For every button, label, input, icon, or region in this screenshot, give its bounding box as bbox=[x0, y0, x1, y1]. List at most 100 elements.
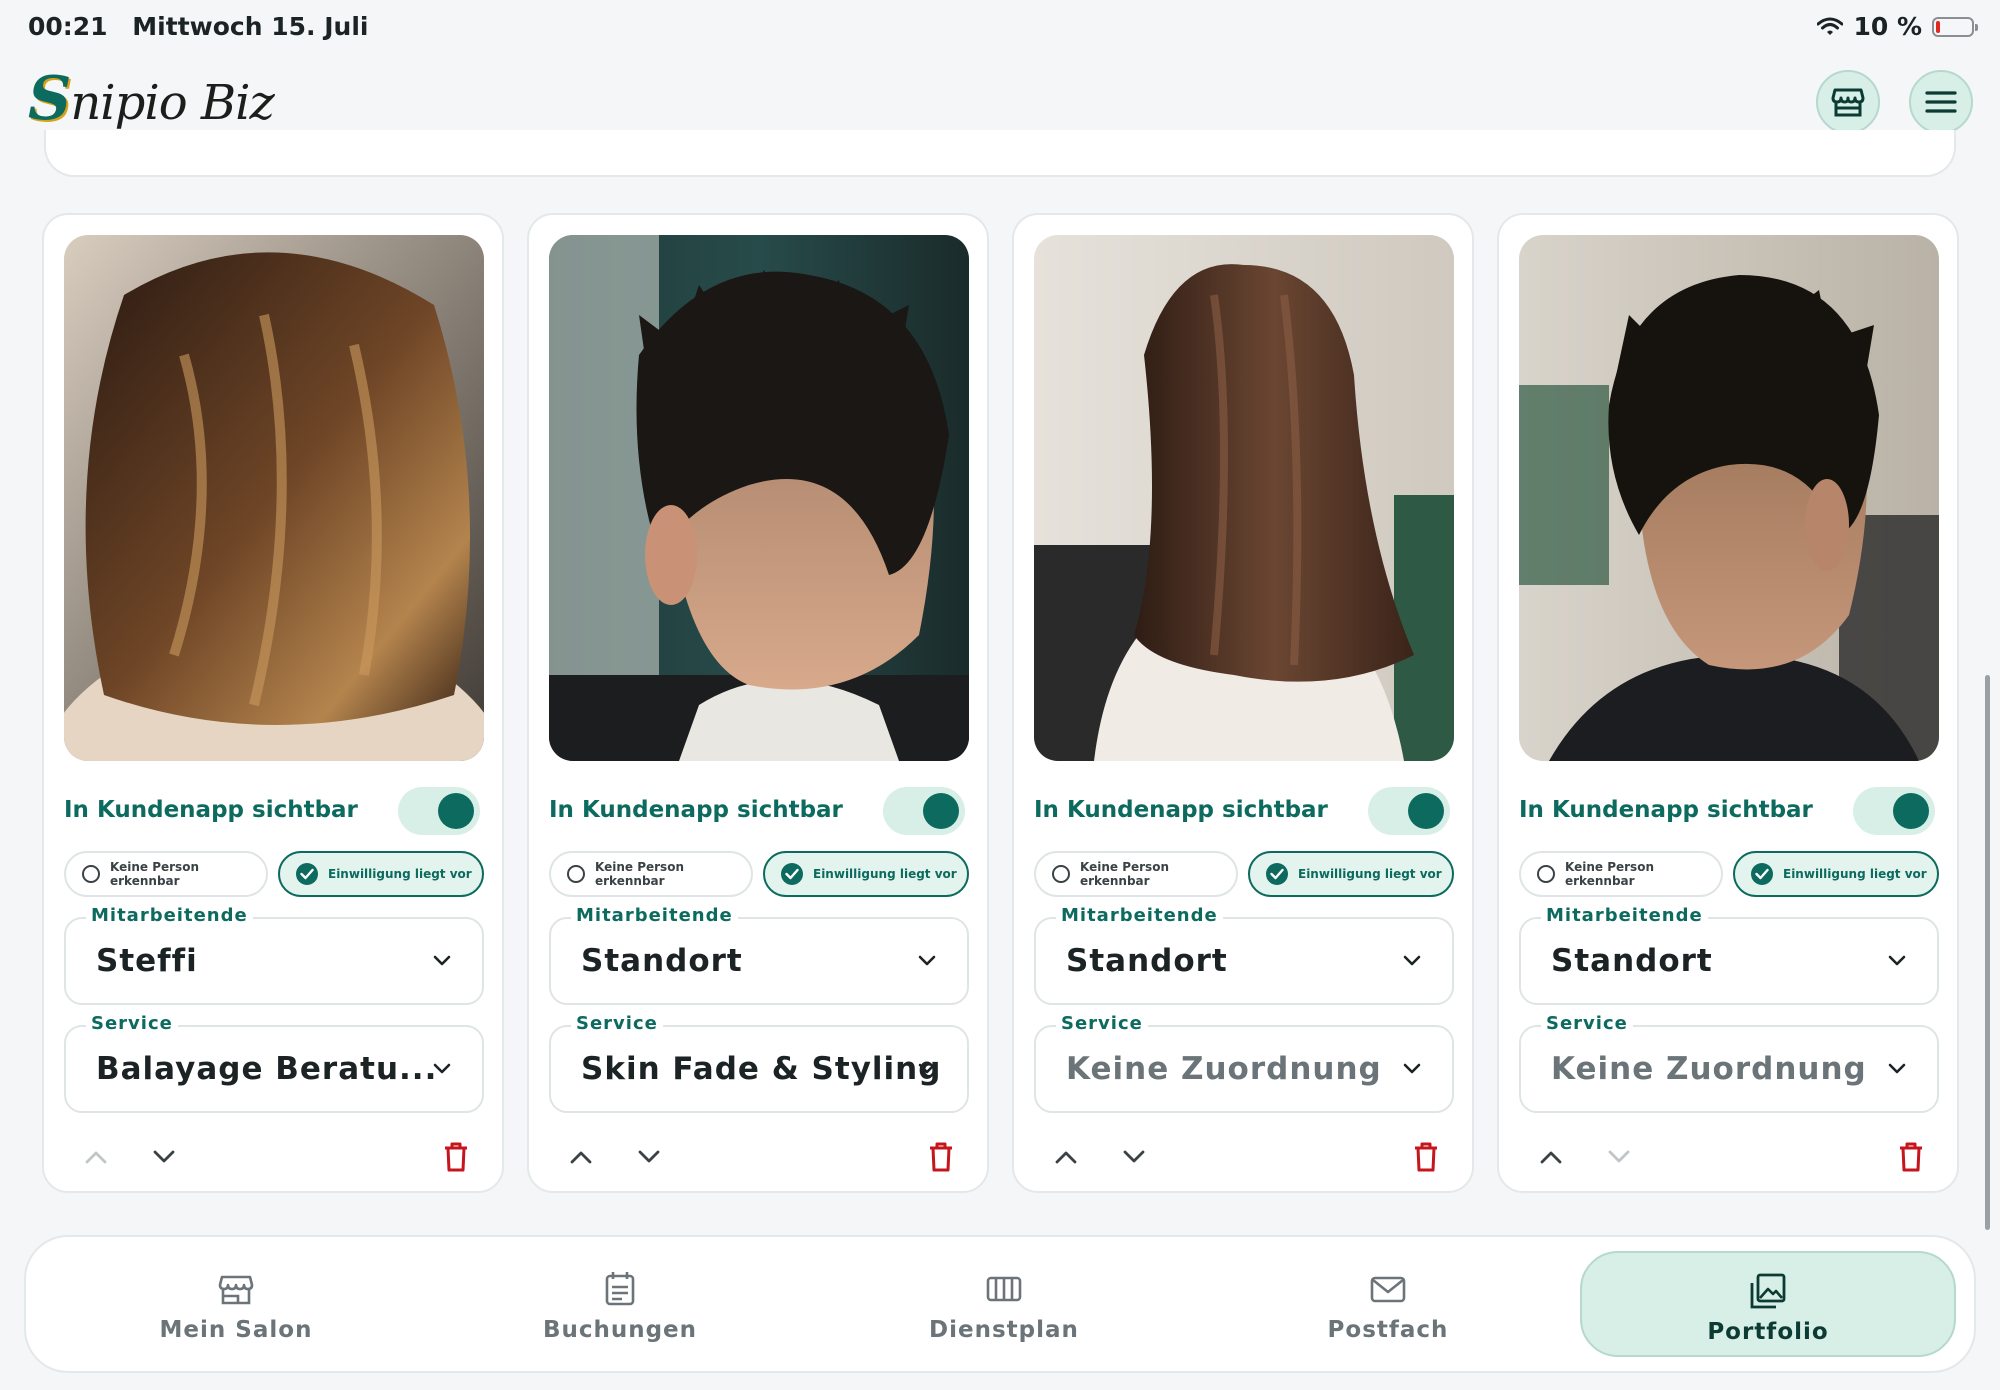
visibility-toggle[interactable] bbox=[1368, 787, 1450, 835]
move-up-button[interactable] bbox=[559, 1135, 603, 1179]
staff-value: Standort bbox=[1066, 943, 1228, 979]
chevron-down-icon bbox=[1403, 955, 1421, 966]
card-actions bbox=[1519, 1135, 1937, 1179]
store-button[interactable] bbox=[1816, 70, 1880, 134]
visibility-row: In Kundenapp sichtbar bbox=[1519, 785, 1939, 835]
chevron-up-icon bbox=[1540, 1151, 1562, 1164]
move-up-button[interactable] bbox=[74, 1135, 118, 1179]
visibility-label: In Kundenapp sichtbar bbox=[549, 797, 843, 823]
calendar-icon bbox=[605, 1272, 635, 1306]
portfolio-card: In Kundenapp sichtbar Keine Person erken… bbox=[42, 213, 504, 1193]
portfolio-card: In Kundenapp sichtbar Keine Person erken… bbox=[527, 213, 989, 1193]
chevron-down-icon bbox=[1123, 1150, 1145, 1163]
move-down-button[interactable] bbox=[1597, 1135, 1641, 1179]
delete-button[interactable] bbox=[919, 1135, 963, 1179]
consent-chip[interactable]: Einwilligung liegt vor bbox=[1733, 851, 1939, 897]
status-bar: 00:21 Mittwoch 15. Juli 10 % bbox=[28, 8, 1978, 48]
menu-button[interactable] bbox=[1909, 70, 1973, 134]
trash-icon bbox=[1415, 1142, 1437, 1172]
card-actions bbox=[1034, 1135, 1452, 1179]
service-value: Skin Fade & Styling bbox=[581, 1051, 942, 1087]
check-icon bbox=[1751, 863, 1773, 885]
move-down-button[interactable] bbox=[1112, 1135, 1156, 1179]
move-up-button[interactable] bbox=[1044, 1135, 1088, 1179]
visibility-toggle[interactable] bbox=[398, 787, 480, 835]
nav-dienstplan[interactable]: Dienstplan bbox=[816, 1251, 1192, 1357]
chevron-down-icon bbox=[918, 955, 936, 966]
visibility-toggle[interactable] bbox=[883, 787, 965, 835]
no-person-chip[interactable]: Keine Person erkennbar bbox=[1519, 851, 1723, 897]
delete-button[interactable] bbox=[1404, 1135, 1448, 1179]
service-select[interactable]: Service Skin Fade & Styling bbox=[549, 1013, 969, 1113]
staff-select[interactable]: Mitarbeitende Standort bbox=[1519, 905, 1939, 1005]
staff-value: Standort bbox=[581, 943, 743, 979]
previous-section-card bbox=[44, 130, 1956, 177]
hamburger-icon bbox=[1925, 91, 1957, 113]
delete-button[interactable] bbox=[1889, 1135, 1933, 1179]
radio-icon bbox=[1537, 865, 1555, 883]
status-date: Mittwoch 15. Juli bbox=[132, 12, 369, 41]
staff-select[interactable]: Mitarbeitende Standort bbox=[549, 905, 969, 1005]
nav-buchungen[interactable]: Buchungen bbox=[432, 1251, 808, 1357]
bottom-navigation: Mein Salon Buchungen Dienstplan Postfach… bbox=[24, 1235, 1976, 1373]
service-value: Keine Zuordnung bbox=[1551, 1051, 1867, 1087]
visibility-toggle[interactable] bbox=[1853, 787, 1935, 835]
portfolio-card: In Kundenapp sichtbar Keine Person erken… bbox=[1012, 213, 1474, 1193]
visibility-row: In Kundenapp sichtbar bbox=[549, 785, 969, 835]
gallery-icon bbox=[1750, 1273, 1786, 1309]
move-up-button[interactable] bbox=[1529, 1135, 1573, 1179]
no-person-chip[interactable]: Keine Person erkennbar bbox=[64, 851, 268, 897]
check-icon bbox=[781, 863, 803, 885]
no-person-chip[interactable]: Keine Person erkennbar bbox=[1034, 851, 1238, 897]
portfolio-card: In Kundenapp sichtbar Keine Person erken… bbox=[1497, 213, 1959, 1193]
visibility-label: In Kundenapp sichtbar bbox=[1519, 797, 1813, 823]
nav-mein-salon[interactable]: Mein Salon bbox=[48, 1251, 424, 1357]
service-select[interactable]: Service Keine Zuordnung bbox=[1034, 1013, 1454, 1113]
chevron-down-icon bbox=[1403, 1063, 1421, 1074]
battery-percent: 10 % bbox=[1853, 12, 1922, 41]
chevron-down-icon bbox=[433, 955, 451, 966]
check-icon bbox=[296, 863, 318, 885]
card-actions bbox=[64, 1135, 482, 1179]
nav-portfolio[interactable]: Portfolio bbox=[1580, 1251, 1956, 1357]
service-value: Keine Zuordnung bbox=[1066, 1051, 1382, 1087]
delete-button[interactable] bbox=[434, 1135, 478, 1179]
battery-icon bbox=[1932, 16, 1978, 37]
staff-select[interactable]: Mitarbeitende Standort bbox=[1034, 905, 1454, 1005]
visibility-label: In Kundenapp sichtbar bbox=[64, 797, 358, 823]
chevron-down-icon bbox=[153, 1150, 175, 1163]
chevron-up-icon bbox=[85, 1151, 107, 1164]
chevron-down-icon bbox=[918, 1063, 936, 1074]
chevron-down-icon bbox=[638, 1150, 660, 1163]
portfolio-photo[interactable] bbox=[1519, 235, 1939, 761]
chevron-up-icon bbox=[570, 1151, 592, 1164]
no-person-chip[interactable]: Keine Person erkennbar bbox=[549, 851, 753, 897]
consent-chip[interactable]: Einwilligung liegt vor bbox=[1248, 851, 1454, 897]
chevron-up-icon bbox=[1055, 1151, 1077, 1164]
radio-icon bbox=[1052, 865, 1070, 883]
staff-select[interactable]: Mitarbeitende Steffi bbox=[64, 905, 484, 1005]
visibility-row: In Kundenapp sichtbar bbox=[64, 785, 484, 835]
move-down-button[interactable] bbox=[627, 1135, 671, 1179]
portfolio-photo[interactable] bbox=[64, 235, 484, 761]
staff-value: Steffi bbox=[96, 943, 198, 979]
portfolio-photo[interactable] bbox=[549, 235, 969, 761]
schedule-icon bbox=[986, 1276, 1022, 1302]
consent-chip[interactable]: Einwilligung liegt vor bbox=[763, 851, 969, 897]
portfolio-grid: In Kundenapp sichtbar Keine Person erken… bbox=[42, 213, 1960, 1193]
store-icon bbox=[218, 1275, 254, 1305]
portfolio-photo[interactable] bbox=[1034, 235, 1454, 761]
service-select[interactable]: Service Keine Zuordnung bbox=[1519, 1013, 1939, 1113]
service-select[interactable]: Service Balayage Beratu... bbox=[64, 1013, 484, 1113]
scrollbar[interactable] bbox=[1985, 675, 1990, 1230]
card-actions bbox=[549, 1135, 967, 1179]
mail-icon bbox=[1370, 1276, 1406, 1303]
consent-chip[interactable]: Einwilligung liegt vor bbox=[278, 851, 484, 897]
trash-icon bbox=[930, 1142, 952, 1172]
radio-icon bbox=[567, 865, 585, 883]
staff-value: Standort bbox=[1551, 943, 1713, 979]
trash-icon bbox=[1900, 1142, 1922, 1172]
nav-postfach[interactable]: Postfach bbox=[1200, 1251, 1576, 1357]
move-down-button[interactable] bbox=[142, 1135, 186, 1179]
service-value: Balayage Beratu... bbox=[96, 1051, 438, 1087]
